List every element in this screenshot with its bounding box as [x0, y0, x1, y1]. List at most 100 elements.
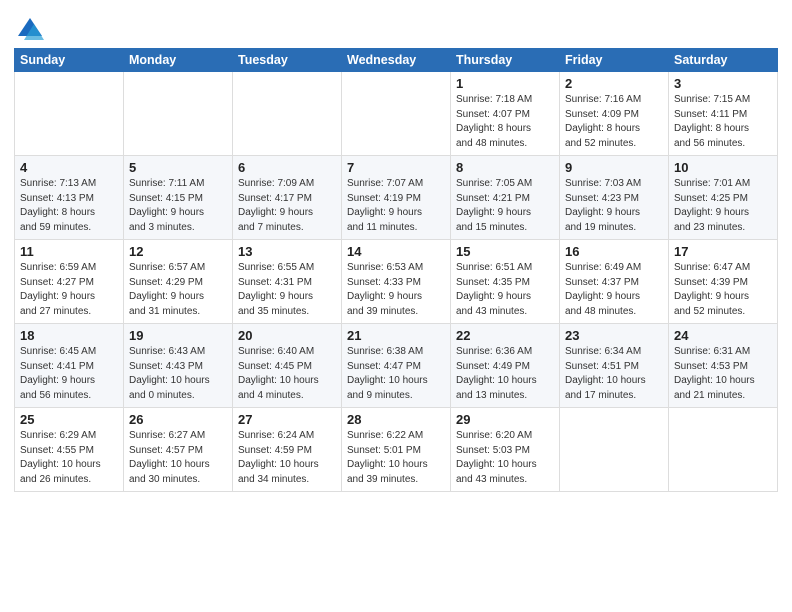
calendar-cell: 19 Sunrise: 6:43 AMSunset: 4:43 PMDayligh…: [124, 324, 233, 408]
day-number: 25: [20, 412, 118, 427]
day-info: Sunrise: 7:09 AMSunset: 4:17 PMDaylight:…: [238, 177, 336, 235]
day-info: Sunrise: 6:53 AMSunset: 4:33 PMDaylight:…: [347, 261, 445, 319]
calendar-cell: 15Sunrise: 6:51 AMSunset: 4:35 PMDayligh…: [451, 240, 560, 324]
page-container: SundayMondayTuesdayWednesdayThursdayFrid…: [0, 0, 792, 612]
day-number: 14: [347, 244, 445, 259]
day-number: 27: [238, 412, 336, 427]
day-number: 7: [347, 160, 445, 175]
calendar-cell: 26 Sunrise: 6:27 AMSunset: 4:57 PMDayligh…: [124, 408, 233, 492]
calendar-cell: 10 Sunrise: 7:01 AMSunset: 4:25 PMDayligh…: [669, 156, 778, 240]
logo: [14, 14, 44, 42]
calendar-week-row: 1 Sunrise: 7:18 AMSunset: 4:07 PMDaylight…: [15, 72, 778, 156]
day-info: Sunrise: 6:34 AMSunset: 4:51 PMDaylight:…: [565, 345, 663, 403]
day-number: 18: [20, 328, 118, 343]
calendar-cell: 20 Sunrise: 6:40 AMSunset: 4:45 PMDayligh…: [233, 324, 342, 408]
day-number: 8: [456, 160, 554, 175]
day-number: 4: [20, 160, 118, 175]
logo-icon: [16, 14, 44, 42]
day-number: 21: [347, 328, 445, 343]
day-info: Sunrise: 6:49 AMSunset: 4:37 PMDaylight:…: [565, 261, 663, 319]
calendar-week-row: 4 Sunrise: 7:13 AMSunset: 4:13 PMDaylight…: [15, 156, 778, 240]
calendar-header-saturday: Saturday: [669, 49, 778, 72]
day-info: Sunrise: 7:07 AMSunset: 4:19 PMDaylight:…: [347, 177, 445, 235]
day-number: 9: [565, 160, 663, 175]
day-info: Sunrise: 6:29 AMSunset: 4:55 PMDaylight:…: [20, 429, 118, 487]
calendar-header-wednesday: Wednesday: [342, 49, 451, 72]
calendar-header-friday: Friday: [560, 49, 669, 72]
day-number: 17: [674, 244, 772, 259]
calendar-cell: 29 Sunrise: 6:20 AMSunset: 5:03 PMDayligh…: [451, 408, 560, 492]
calendar-cell: [669, 408, 778, 492]
day-info: Sunrise: 6:45 AMSunset: 4:41 PMDaylight:…: [20, 345, 118, 403]
calendar-cell: 9 Sunrise: 7:03 AMSunset: 4:23 PMDaylight…: [560, 156, 669, 240]
day-number: 3: [674, 76, 772, 91]
day-info: Sunrise: 6:51 AMSunset: 4:35 PMDaylight:…: [456, 261, 554, 319]
calendar-cell: 18 Sunrise: 6:45 AMSunset: 4:41 PMDayligh…: [15, 324, 124, 408]
calendar-cell: [124, 72, 233, 156]
day-number: 11: [20, 244, 118, 259]
day-info: Sunrise: 6:24 AMSunset: 4:59 PMDaylight:…: [238, 429, 336, 487]
calendar-week-row: 18 Sunrise: 6:45 AMSunset: 4:41 PMDayligh…: [15, 324, 778, 408]
calendar-cell: 13Sunrise: 6:55 AMSunset: 4:31 PMDayligh…: [233, 240, 342, 324]
calendar-cell: 6 Sunrise: 7:09 AMSunset: 4:17 PMDaylight…: [233, 156, 342, 240]
day-info: Sunrise: 7:11 AMSunset: 4:15 PMDaylight:…: [129, 177, 227, 235]
day-info: Sunrise: 7:05 AMSunset: 4:21 PMDaylight:…: [456, 177, 554, 235]
day-info: Sunrise: 6:40 AMSunset: 4:45 PMDaylight:…: [238, 345, 336, 403]
day-number: 6: [238, 160, 336, 175]
calendar-week-row: 11Sunrise: 6:59 AMSunset: 4:27 PMDayligh…: [15, 240, 778, 324]
day-number: 26: [129, 412, 227, 427]
calendar-cell: 23 Sunrise: 6:34 AMSunset: 4:51 PMDayligh…: [560, 324, 669, 408]
day-number: 24: [674, 328, 772, 343]
calendar-cell: 7 Sunrise: 7:07 AMSunset: 4:19 PMDaylight…: [342, 156, 451, 240]
calendar-header-row: SundayMondayTuesdayWednesdayThursdayFrid…: [15, 49, 778, 72]
day-info: Sunrise: 6:38 AMSunset: 4:47 PMDaylight:…: [347, 345, 445, 403]
calendar-cell: [15, 72, 124, 156]
calendar-cell: 16 Sunrise: 6:49 AMSunset: 4:37 PMDayligh…: [560, 240, 669, 324]
day-info: Sunrise: 7:01 AMSunset: 4:25 PMDaylight:…: [674, 177, 772, 235]
day-info: Sunrise: 6:27 AMSunset: 4:57 PMDaylight:…: [129, 429, 227, 487]
calendar-cell: 14 Sunrise: 6:53 AMSunset: 4:33 PMDayligh…: [342, 240, 451, 324]
day-number: 22: [456, 328, 554, 343]
calendar-cell: 11Sunrise: 6:59 AMSunset: 4:27 PMDayligh…: [15, 240, 124, 324]
header: [14, 10, 778, 42]
calendar-cell: 12Sunrise: 6:57 AMSunset: 4:29 PMDayligh…: [124, 240, 233, 324]
day-info: Sunrise: 7:16 AMSunset: 4:09 PMDaylight:…: [565, 93, 663, 151]
day-info: Sunrise: 7:18 AMSunset: 4:07 PMDaylight:…: [456, 93, 554, 151]
day-info: Sunrise: 6:20 AMSunset: 5:03 PMDaylight:…: [456, 429, 554, 487]
calendar-cell: 24 Sunrise: 6:31 AMSunset: 4:53 PMDayligh…: [669, 324, 778, 408]
day-info: Sunrise: 6:55 AMSunset: 4:31 PMDaylight:…: [238, 261, 336, 319]
calendar-cell: 21 Sunrise: 6:38 AMSunset: 4:47 PMDayligh…: [342, 324, 451, 408]
day-info: Sunrise: 6:22 AMSunset: 5:01 PMDaylight:…: [347, 429, 445, 487]
calendar-cell: [342, 72, 451, 156]
calendar-header-sunday: Sunday: [15, 49, 124, 72]
day-number: 29: [456, 412, 554, 427]
day-number: 12: [129, 244, 227, 259]
calendar-cell: 2 Sunrise: 7:16 AMSunset: 4:09 PMDaylight…: [560, 72, 669, 156]
calendar-cell: 28Sunrise: 6:22 AMSunset: 5:01 PMDayligh…: [342, 408, 451, 492]
day-number: 16: [565, 244, 663, 259]
calendar-header-tuesday: Tuesday: [233, 49, 342, 72]
day-number: 10: [674, 160, 772, 175]
day-info: Sunrise: 7:13 AMSunset: 4:13 PMDaylight:…: [20, 177, 118, 235]
day-number: 1: [456, 76, 554, 91]
day-number: 2: [565, 76, 663, 91]
calendar-header-thursday: Thursday: [451, 49, 560, 72]
day-info: Sunrise: 7:15 AMSunset: 4:11 PMDaylight:…: [674, 93, 772, 151]
day-number: 19: [129, 328, 227, 343]
calendar-cell: [560, 408, 669, 492]
calendar-table: SundayMondayTuesdayWednesdayThursdayFrid…: [14, 48, 778, 492]
calendar-cell: 17Sunrise: 6:47 AMSunset: 4:39 PMDayligh…: [669, 240, 778, 324]
day-number: 23: [565, 328, 663, 343]
day-info: Sunrise: 6:36 AMSunset: 4:49 PMDaylight:…: [456, 345, 554, 403]
day-info: Sunrise: 6:31 AMSunset: 4:53 PMDaylight:…: [674, 345, 772, 403]
calendar-cell: 3 Sunrise: 7:15 AMSunset: 4:11 PMDaylight…: [669, 72, 778, 156]
day-info: Sunrise: 6:43 AMSunset: 4:43 PMDaylight:…: [129, 345, 227, 403]
calendar-cell: [233, 72, 342, 156]
day-number: 5: [129, 160, 227, 175]
calendar-cell: 25 Sunrise: 6:29 AMSunset: 4:55 PMDayligh…: [15, 408, 124, 492]
day-number: 20: [238, 328, 336, 343]
calendar-cell: 4 Sunrise: 7:13 AMSunset: 4:13 PMDaylight…: [15, 156, 124, 240]
day-info: Sunrise: 7:03 AMSunset: 4:23 PMDaylight:…: [565, 177, 663, 235]
calendar-cell: 5 Sunrise: 7:11 AMSunset: 4:15 PMDaylight…: [124, 156, 233, 240]
calendar-cell: 27 Sunrise: 6:24 AMSunset: 4:59 PMDayligh…: [233, 408, 342, 492]
